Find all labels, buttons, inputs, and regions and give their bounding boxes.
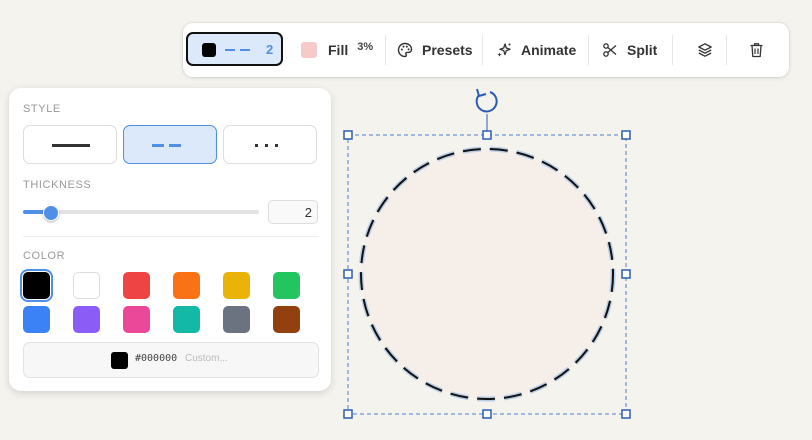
layers-icon [698, 43, 712, 57]
color-swatch[interactable] [20, 269, 53, 302]
dashed-line-icon [152, 144, 182, 147]
resize-handle-top[interactable] [482, 130, 492, 140]
stroke-width-value: 2 [266, 42, 274, 57]
thickness-slider-thumb[interactable] [43, 205, 59, 221]
color-swatch[interactable] [23, 306, 50, 333]
resize-handle-top-left[interactable] [343, 130, 353, 140]
fill-label: Fill [328, 42, 349, 58]
color-swatch[interactable] [73, 306, 100, 333]
presets-button[interactable]: Presets [397, 23, 473, 77]
scissors-icon [603, 43, 617, 57]
stroke-style-panel: STYLE THICKNESS 2 COLOR #000000 Custom..… [9, 88, 331, 391]
color-swatch[interactable] [123, 306, 150, 333]
color-swatch[interactable] [73, 272, 100, 299]
color-swatch[interactable] [223, 306, 250, 333]
sparkles-icon [497, 43, 511, 57]
stroke-style-button[interactable]: 2 [186, 32, 283, 66]
fill-color-swatch [301, 42, 317, 58]
trash-icon [750, 43, 762, 58]
resize-handle-bottom[interactable] [482, 409, 492, 419]
presets-label: Presets [422, 42, 473, 58]
thickness-input[interactable]: 2 [268, 200, 318, 224]
toolbar-divider [726, 35, 727, 65]
animate-button[interactable]: Animate [496, 23, 576, 77]
dashed-line-icon [225, 49, 253, 51]
color-swatch[interactable] [123, 272, 150, 299]
toolbar-divider [672, 35, 673, 65]
resize-handle-top-right[interactable] [621, 130, 631, 140]
resize-handle-bottom-left[interactable] [343, 409, 353, 419]
section-divider [23, 236, 319, 237]
color-swatch[interactable] [273, 272, 300, 299]
toolbar-divider [385, 35, 386, 65]
color-section-label: COLOR [23, 250, 66, 262]
layers-button[interactable] [695, 23, 715, 77]
color-swatch[interactable] [273, 306, 300, 333]
style-option-dashed[interactable] [123, 125, 217, 164]
style-option-dotted[interactable] [223, 125, 317, 164]
custom-color-field[interactable]: #000000 Custom... [23, 342, 319, 378]
custom-color-swatch [111, 352, 128, 369]
custom-color-placeholder: Custom... [185, 353, 228, 364]
shape-toolbar: 2 Fill 3% Presets Animate Split [183, 23, 789, 77]
style-option-solid[interactable] [23, 125, 117, 164]
toolbar-divider [482, 35, 483, 65]
color-swatch[interactable] [173, 306, 200, 333]
toolbar-divider [588, 35, 589, 65]
custom-color-hex: #000000 [135, 353, 178, 364]
delete-button[interactable] [746, 23, 766, 77]
resize-handle-right[interactable] [621, 269, 631, 279]
style-section-label: STYLE [23, 103, 61, 115]
thickness-section-label: THICKNESS [23, 179, 92, 191]
resize-handle-bottom-right[interactable] [621, 409, 631, 419]
color-swatch[interactable] [223, 272, 250, 299]
palette-icon [397, 42, 413, 58]
resize-handle-left[interactable] [343, 269, 353, 279]
split-label: Split [627, 42, 658, 58]
canvas-shape-area [343, 88, 631, 419]
animate-label: Animate [521, 42, 577, 58]
color-swatch[interactable] [173, 272, 200, 299]
fill-opacity-value: 3% [357, 41, 374, 53]
split-button[interactable]: Split [602, 23, 657, 77]
rotate-icon[interactable] [475, 88, 498, 113]
thickness-slider[interactable] [23, 205, 259, 221]
fill-button[interactable]: Fill 3% [301, 23, 373, 77]
solid-line-icon [52, 144, 90, 147]
stroke-color-swatch [202, 43, 216, 57]
dotted-line-icon [255, 144, 285, 147]
